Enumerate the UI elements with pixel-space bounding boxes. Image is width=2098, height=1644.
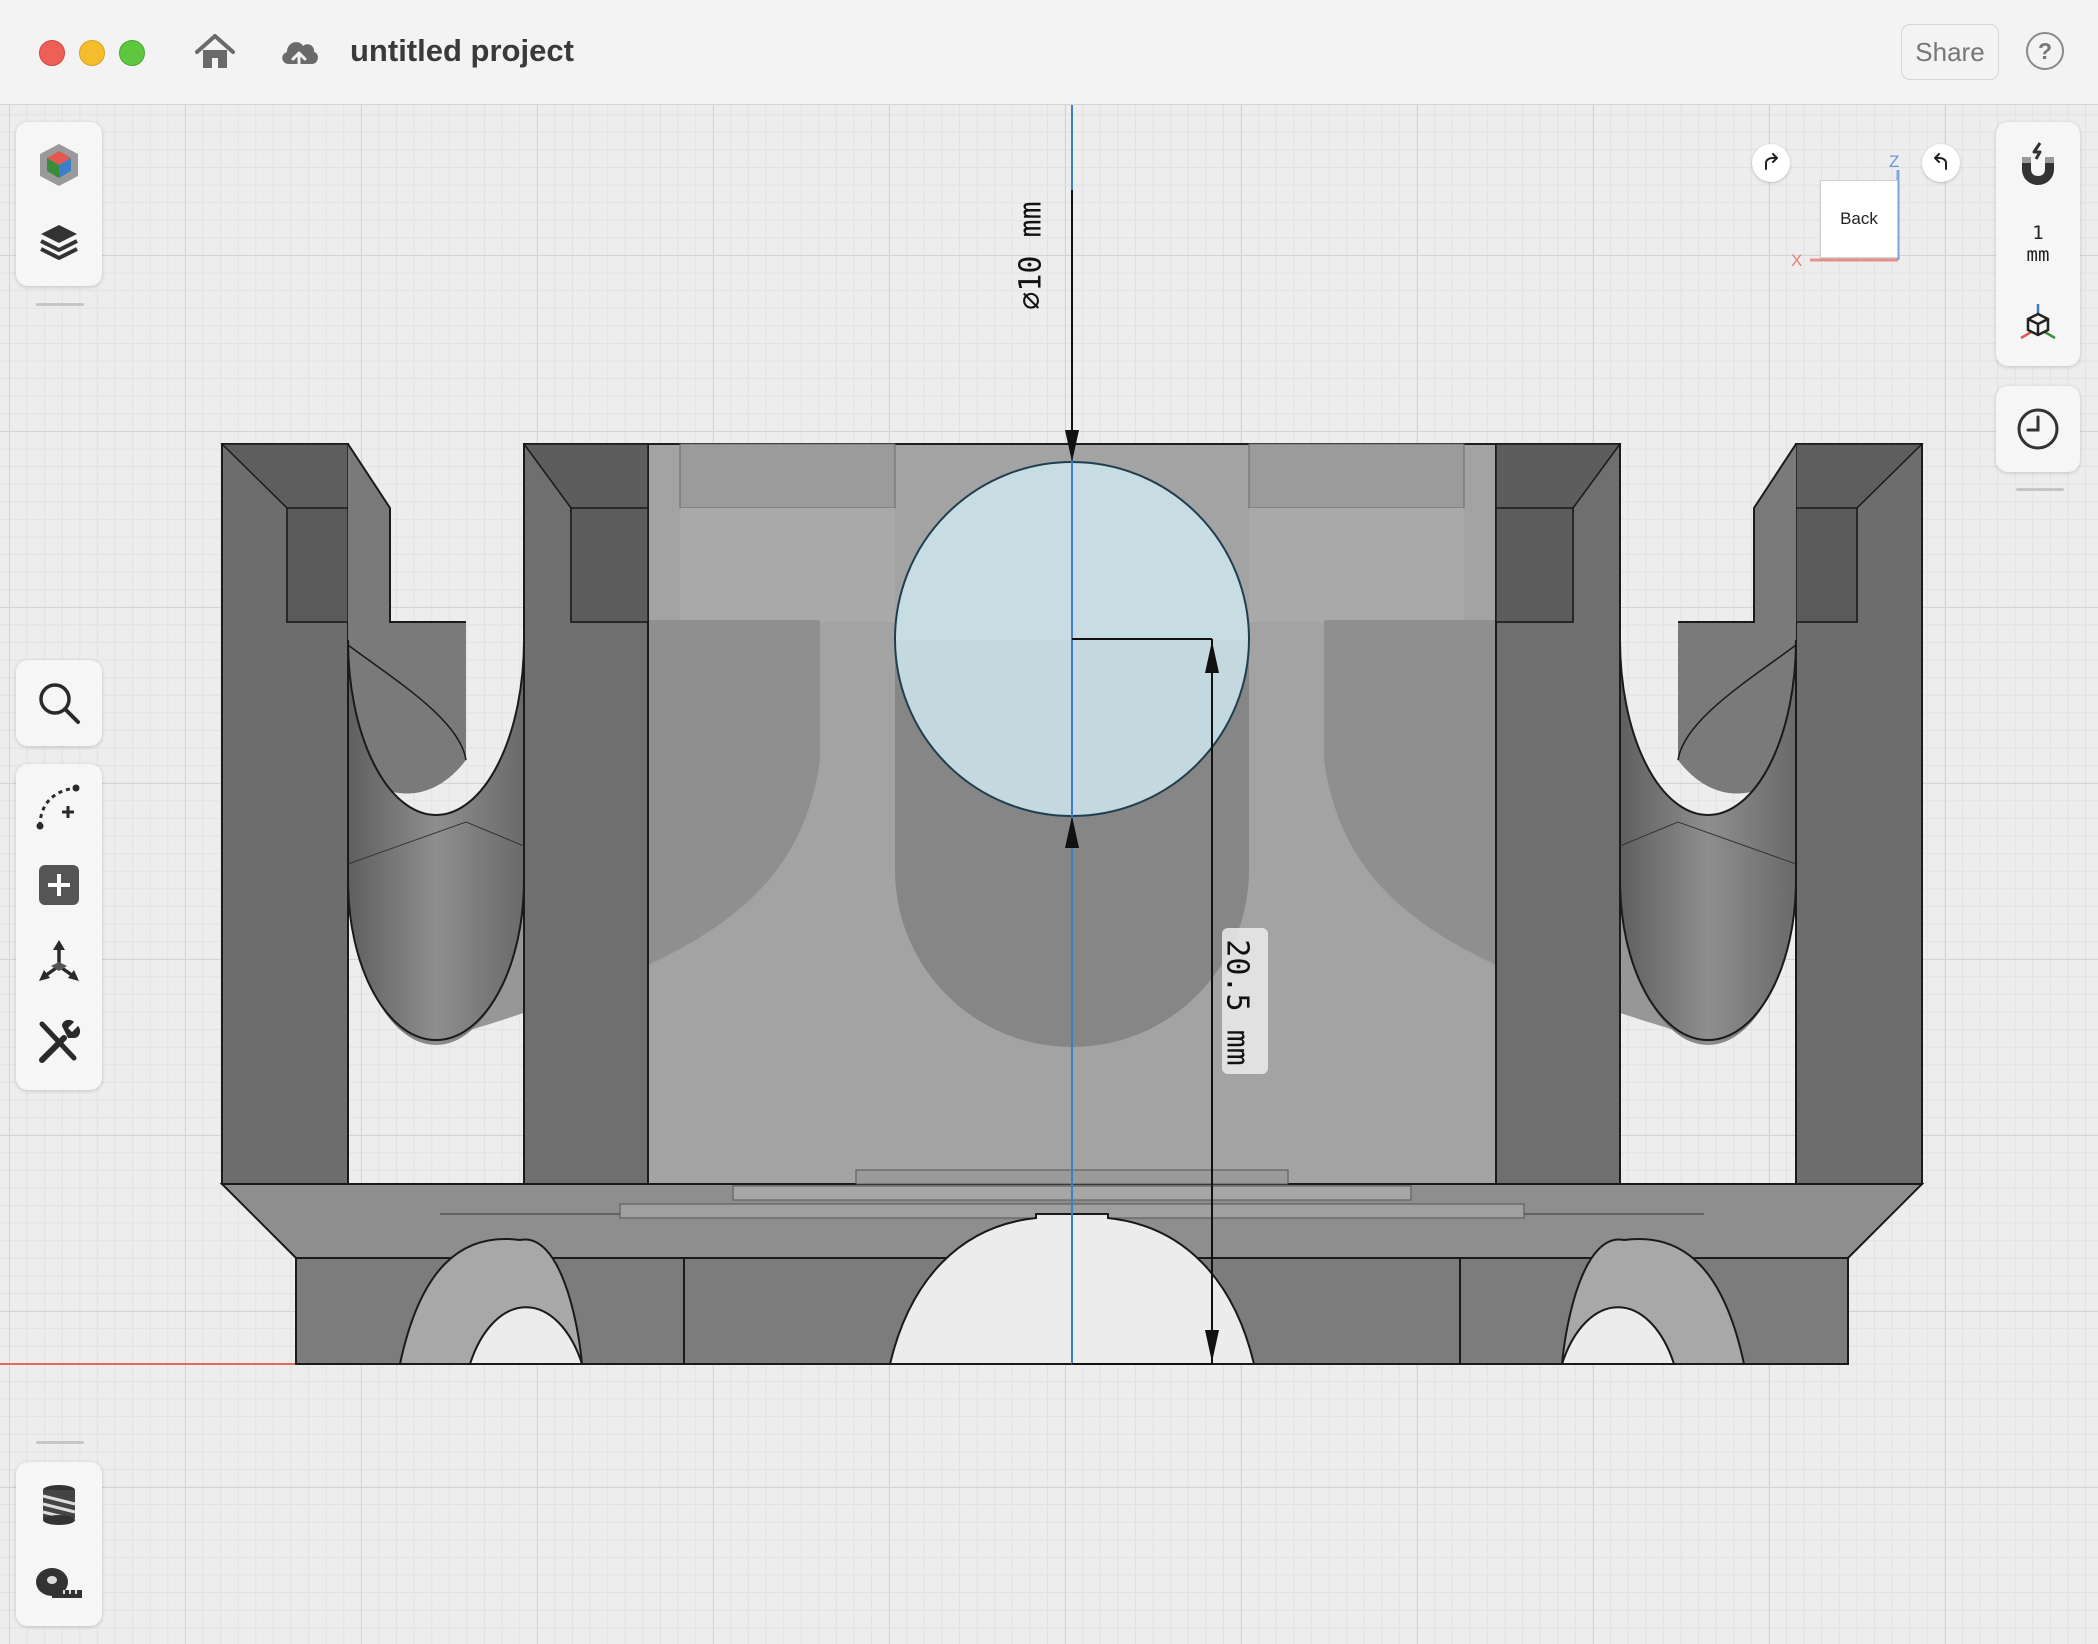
scene-cube-icon [40,144,78,186]
transform-icon [39,940,79,981]
sketch-add-icon [36,784,80,830]
view-cube-face[interactable]: Back [1820,180,1898,258]
diameter-dimension-label[interactable]: ⌀10 mm [1014,201,1049,309]
search-icon [39,683,80,724]
magnet-icon [2022,142,2054,185]
left-toolbar-divider [36,303,84,306]
snap-unit[interactable]: mm [1996,244,2080,266]
axis-z-label: Z [1889,152,1900,171]
add-shape-icon [39,865,79,905]
tools-button[interactable] [26,1008,92,1074]
left-toolbar-divider-bottom [36,1441,84,1444]
search-panel [16,660,102,746]
layers-button[interactable] [26,210,92,276]
add-shape-button[interactable] [26,852,92,918]
left-bottom-panel [16,1462,102,1626]
layers-icon [40,225,78,260]
view-mode-button[interactable] [2005,290,2071,356]
transform-button[interactable] [26,930,92,996]
search-button[interactable] [26,670,92,736]
clock-icon [2017,408,2059,450]
axes-cube-icon [2020,304,2056,340]
snap-button[interactable] [2005,132,2071,198]
tools-panel [16,764,102,1090]
right-top-panel: 1 mm [1996,122,2080,366]
axis-x-label: X [1791,251,1803,270]
history-button[interactable] [2005,396,2071,462]
right-toolbar-divider [2016,488,2064,491]
sketch-add-button[interactable] [26,774,92,840]
model-scene [0,105,1925,1365]
measure-button[interactable] [26,1550,92,1616]
rotate-view-left-button[interactable] [1752,144,1790,182]
scene-cube-button[interactable] [26,132,92,198]
thread-button[interactable] [26,1472,92,1538]
history-panel [1996,386,2080,472]
measure-tape-icon [36,1568,82,1598]
tools-icon [39,1019,81,1063]
rotate-cw-icon [1765,153,1778,170]
rotate-ccw-icon [1934,153,1947,170]
snap-value[interactable]: 1 [1996,222,2080,244]
left-top-panel [16,122,102,286]
height-dimension-label[interactable]: 20.5 mm [1220,939,1255,1065]
thread-icon [42,1485,76,1525]
